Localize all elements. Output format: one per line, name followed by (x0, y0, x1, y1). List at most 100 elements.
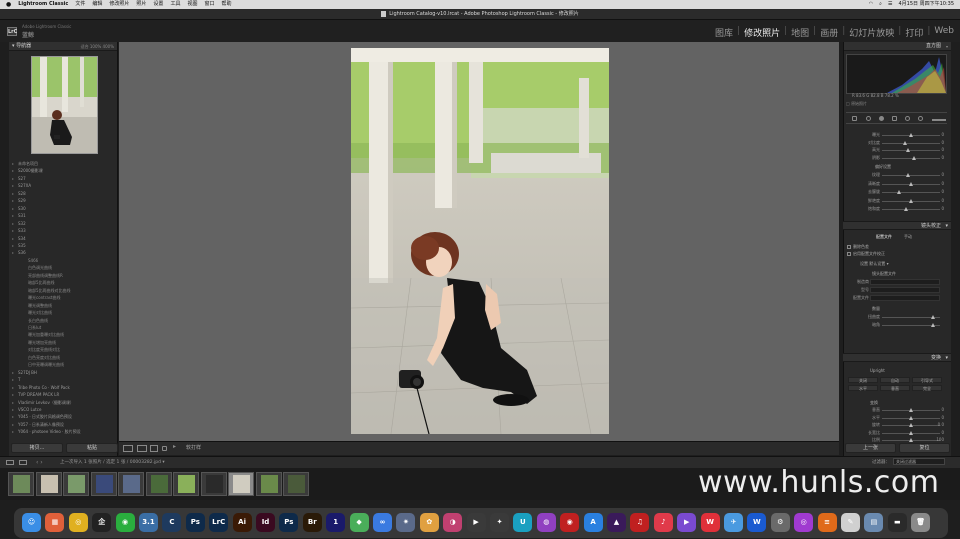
menu-settings[interactable]: 设置 (153, 0, 163, 9)
slider-row[interactable]: 清晰度 0 (846, 181, 946, 188)
dock-wps-icon[interactable]: W (700, 513, 720, 532)
filmstrip-thumb[interactable] (283, 472, 309, 496)
dock-system-prefs-icon[interactable]: ✷ (396, 513, 416, 532)
menu-view[interactable]: 视图 (187, 0, 197, 9)
slider-knob[interactable] (909, 430, 913, 435)
folder-item[interactable]: 白色亮度对比曲线 (12, 354, 116, 361)
slider-value[interactable]: 0 (941, 206, 944, 211)
slider-track[interactable] (882, 142, 940, 144)
slider-row[interactable]: 去朦胧 0 (846, 189, 946, 196)
slider-knob[interactable] (903, 140, 908, 145)
navigator-preview[interactable] (31, 56, 98, 154)
before-after-icon[interactable] (137, 445, 147, 452)
dock-baidu-netdisk-icon[interactable]: ∞ (373, 513, 392, 532)
folder-item[interactable]: ▸ S32 (12, 220, 116, 227)
dock-finder-icon[interactable]: ☺ (22, 513, 41, 532)
slider-row[interactable]: 水平 0 (846, 415, 946, 422)
slider-knob[interactable] (909, 408, 913, 412)
slider-knob[interactable] (909, 198, 913, 203)
folder-item[interactable]: ▸ S28 (12, 190, 116, 197)
folder-item[interactable]: ▸ S31 (12, 212, 116, 219)
slider-value[interactable]: 0 (941, 181, 944, 186)
slider-knob[interactable] (909, 181, 913, 186)
menu-window[interactable]: 窗口 (204, 0, 214, 9)
filmstrip-thumb[interactable] (228, 472, 254, 496)
slider-value[interactable]: 0 (941, 430, 944, 435)
control-center-icon[interactable]: ☰ (888, 0, 892, 9)
reset-button[interactable]: 复位 (899, 443, 950, 453)
filmstrip-thumb[interactable] (8, 472, 34, 496)
slider-row[interactable]: 旋转 0.0 (846, 422, 946, 429)
slider-value[interactable]: 0 (941, 147, 944, 152)
adjustment-brush-icon[interactable] (918, 116, 923, 121)
paste-settings-button[interactable]: 粘贴 (66, 443, 118, 453)
slider-value[interactable]: 0 (941, 140, 944, 145)
module-print[interactable]: 打印 (905, 26, 923, 39)
folder-item[interactable]: 长白色曲线 (12, 317, 116, 324)
transform-header[interactable]: 变换 ▾ (843, 353, 951, 362)
dock-photoshop-beta-icon[interactable]: Ps (279, 513, 299, 532)
module-map[interactable]: 地图 (791, 26, 809, 39)
slider-knob[interactable] (931, 323, 936, 327)
tab-profile[interactable]: 配置文件 (876, 234, 892, 240)
module-book[interactable]: 画册 (820, 26, 838, 39)
slider-value[interactable]: 0 (941, 415, 944, 420)
slider-row[interactable]: 鲜艳度 0 (846, 198, 946, 205)
dock-pixelmator-icon[interactable]: ◑ (443, 513, 463, 532)
folder-item[interactable]: ▸ S34 (12, 235, 116, 242)
module-library[interactable]: 图库 (715, 26, 733, 39)
slider-knob[interactable] (909, 438, 913, 442)
dock-camera-app-icon[interactable]: ◎ (794, 513, 814, 532)
wifi-icon[interactable]: ◠ (869, 0, 873, 9)
folder-item[interactable]: ▸ S33 (12, 227, 116, 234)
folder-item[interactable]: ▸ Tribe Photo Co · Wolf Pack (12, 384, 116, 391)
folder-item[interactable]: ▸ S2000摄影课 (12, 167, 116, 174)
folder-item[interactable]: ▸ Y045 · 日式胶片风格调色预设 (12, 413, 116, 420)
slider-row[interactable]: 阴影 0 (846, 155, 946, 162)
folder-item[interactable]: ▸ Vladimir Levkov（摄影调课） (12, 399, 116, 406)
navigator-zoom-options[interactable]: 适合 100% 400% (81, 42, 114, 51)
slider-knob[interactable] (904, 207, 909, 211)
grid-icon[interactable] (19, 460, 27, 465)
loupe-view-icon[interactable] (123, 445, 133, 452)
dock-iina-icon[interactable]: ▶ (677, 513, 697, 532)
secondary-display-icon[interactable] (6, 460, 14, 465)
slider-knob[interactable] (897, 190, 902, 194)
menu-edit[interactable]: 编辑 (92, 0, 102, 9)
toolbar-menu-icon[interactable] (162, 446, 167, 451)
dock-one-app-icon[interactable]: 1 (326, 513, 346, 532)
dock-photoshop-icon[interactable]: Ps (185, 513, 205, 532)
dock-launchpad-icon[interactable]: ▦ (45, 513, 65, 532)
menu-photo[interactable]: 照片 (136, 0, 146, 9)
dock-chrome-icon[interactable]: ◎ (68, 513, 88, 532)
slider-knob[interactable] (911, 155, 916, 160)
remove-ca-checkbox[interactable]: 删除色差 (847, 244, 869, 250)
graduated-filter-icon[interactable] (892, 116, 897, 121)
slider-knob[interactable] (909, 415, 913, 420)
dock-word-app-icon[interactable]: W (747, 513, 767, 532)
slider-knob[interactable] (906, 173, 911, 177)
upright-button[interactable]: 引导式 (912, 377, 942, 383)
model-field[interactable] (870, 287, 940, 293)
filmstrip-thumb[interactable] (173, 472, 199, 496)
slider-value[interactable]: 0 (941, 155, 944, 160)
folder-item[interactable]: 亮部曲线调整曲线R (12, 272, 116, 279)
slider-row[interactable]: 纹理 0 (846, 172, 946, 179)
spot-removal-icon[interactable] (866, 116, 871, 121)
menu-app-name[interactable]: Lightroom Classic (18, 0, 68, 9)
dock-app-store-icon[interactable]: A (583, 513, 603, 532)
apple-icon[interactable]: ● (6, 0, 11, 9)
menu-develop[interactable]: 修改照片 (109, 0, 129, 9)
slider-row[interactable]: 垂直 0 (846, 407, 946, 414)
dock-netease-music-icon[interactable]: ♫ (630, 513, 650, 532)
dock-qq-icon[interactable]: 企 (92, 513, 112, 532)
dock-davinci-icon[interactable]: ✦ (490, 513, 509, 532)
histogram-header[interactable]: 直方图 ▾ (844, 42, 951, 51)
upright-button[interactable]: 垂直 (880, 385, 910, 391)
crop-tool-icon[interactable] (852, 116, 857, 121)
menu-tools[interactable]: 工具 (170, 0, 180, 9)
dock-netease-icon[interactable]: ◉ (560, 513, 580, 532)
dock-photos-icon[interactable]: ✿ (419, 513, 439, 532)
slider-track[interactable] (882, 209, 940, 210)
main-photo[interactable] (351, 48, 609, 434)
